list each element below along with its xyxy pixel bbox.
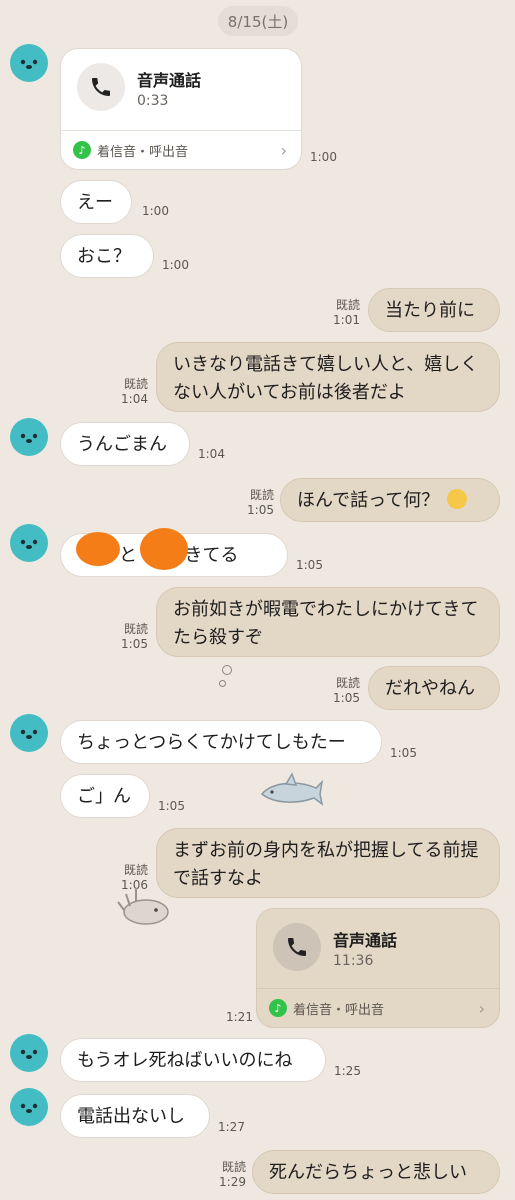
censor-mark (76, 532, 120, 566)
message-bubble-outgoing[interactable]: ほんで話って何？ (280, 478, 500, 522)
timestamp: 1:04 (198, 447, 225, 461)
seal-avatar-icon (20, 729, 38, 739)
ringtone-link[interactable]: ♪ 着信音・呼出音 › (61, 130, 301, 169)
message-bubble-outgoing[interactable]: 当たり前に (368, 288, 500, 332)
message-bubble-incoming[interactable]: もうオレ死ねばいいのにね (60, 1038, 326, 1082)
message-bubble-incoming[interactable]: ちょっとつらくてかけてしもたー (60, 720, 382, 764)
seal-avatar-icon (20, 1049, 38, 1059)
shark-sticker-icon (260, 772, 324, 806)
timestamp: 1:21 (226, 1010, 253, 1024)
message-bubble-incoming[interactable]: おこ？ (60, 234, 154, 278)
bubble-decoration (219, 680, 226, 687)
seal-avatar-icon (20, 433, 38, 443)
music-note-icon: ♪ (73, 141, 91, 159)
avatar[interactable] (10, 1034, 48, 1072)
creature-sticker-icon (117, 888, 169, 925)
read-status: 既読 1:01 (333, 298, 360, 327)
message-bubble-incoming[interactable]: ご」ん (60, 774, 150, 818)
call-duration: 0:33 (137, 93, 169, 109)
timestamp: 1:00 (162, 258, 189, 272)
timestamp: 1:00 (310, 150, 337, 164)
message-bubble-outgoing[interactable]: いきなり電話きて嬉しい人と、嬉しくない人がいてお前は後者だよ (156, 342, 500, 412)
avatar[interactable] (10, 418, 48, 456)
read-status: 既読 1:04 (121, 377, 148, 406)
message-bubble-incoming[interactable]: えー (60, 180, 132, 224)
phone-icon (77, 63, 125, 111)
seal-avatar-icon (20, 539, 38, 549)
message-bubble-incoming[interactable]: うんごまん (60, 422, 190, 466)
ringtone-label: 着信音・呼出音 (97, 144, 189, 160)
timestamp: 1:05 (296, 558, 323, 572)
seal-avatar-icon (20, 1103, 38, 1113)
seal-avatar-icon (20, 59, 38, 69)
avatar[interactable] (10, 1088, 48, 1126)
timestamp: 1:00 (142, 204, 169, 218)
censor-mark (140, 528, 188, 570)
timestamp: 1:27 (218, 1120, 245, 1134)
timestamp: 1:25 (334, 1064, 361, 1078)
avatar[interactable] (10, 524, 48, 562)
message-bubble-outgoing[interactable]: まずお前の身内を私が把握してる前提で話すなよ (156, 828, 500, 898)
message-bubble-outgoing[interactable]: お前如きが暇電でわたしにかけてきてたら殺すぞ (156, 587, 500, 657)
avatar[interactable] (10, 714, 48, 752)
message-text: ほんで話って何？ (297, 490, 440, 511)
avatar[interactable] (10, 44, 48, 82)
date-separator: 8/15(土) (218, 6, 298, 36)
call-title: 音声通話 (137, 71, 202, 90)
ringtone-link[interactable]: ♪ 着信音・呼出音 › (257, 988, 499, 1027)
call-duration: 11:36 (333, 953, 374, 969)
phone-icon (273, 923, 321, 971)
call-title: 音声通話 (333, 931, 398, 950)
music-note-icon: ♪ (269, 999, 287, 1017)
timestamp: 1:05 (390, 746, 417, 760)
bubble-decoration (222, 665, 232, 675)
message-bubble-incoming[interactable]: 電話出ないし (60, 1094, 210, 1138)
ringtone-label: 着信音・呼出音 (293, 1002, 385, 1018)
read-status: 既読 1:05 (121, 622, 148, 651)
voice-call-card[interactable]: 音声通話 11:36 ♪ 着信音・呼出音 › (256, 908, 500, 1028)
read-status: 既読 1:29 (219, 1160, 246, 1189)
voice-call-card[interactable]: 音声通話 0:33 ♪ 着信音・呼出音 › (60, 48, 302, 170)
chevron-right-icon: › (478, 998, 485, 1018)
pleading-face-emoji-icon (446, 489, 467, 509)
message-bubble-outgoing[interactable]: だれやねん (368, 666, 500, 710)
chevron-right-icon: › (280, 140, 287, 160)
read-status: 既読 1:05 (333, 676, 360, 705)
message-bubble-outgoing[interactable]: 死んだらちょっと悲しい (252, 1150, 500, 1194)
read-status: 既読 1:05 (247, 488, 274, 517)
timestamp: 1:05 (158, 799, 185, 813)
